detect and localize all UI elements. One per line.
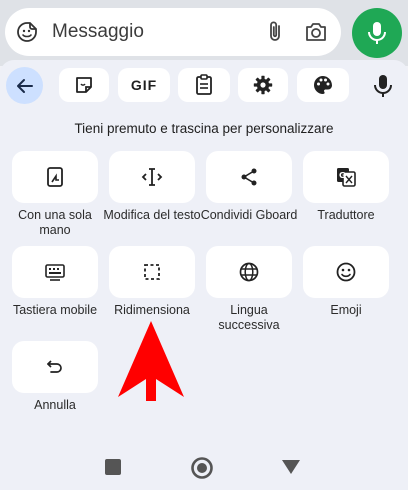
paperclip-icon[interactable]	[263, 20, 287, 44]
tile-label-resize: Ridimensiona	[114, 303, 190, 317]
undo-icon	[47, 360, 62, 373]
theme-button[interactable]	[297, 68, 349, 102]
red-arrow-icon	[118, 321, 184, 401]
message-field[interactable]: Messaggio	[5, 8, 341, 56]
translate-icon: G	[337, 168, 356, 187]
tile-translate[interactable]: G	[303, 151, 389, 203]
share-icon	[241, 168, 257, 186]
settings-gear-icon	[253, 75, 273, 95]
gif-icon: GIF	[130, 77, 158, 93]
text-cursor-icon	[141, 168, 163, 186]
theme-palette-icon	[314, 76, 332, 94]
sticker-icon	[76, 77, 92, 93]
recents-square-icon[interactable]	[104, 458, 122, 476]
tile-next-language[interactable]	[206, 246, 292, 298]
tile-label-emoji: Emoji	[330, 303, 362, 317]
tile-text-editing[interactable]	[109, 151, 195, 203]
camera-icon[interactable]	[303, 20, 329, 44]
clipboard-button[interactable]	[178, 68, 230, 102]
sticker-button[interactable]	[59, 68, 109, 102]
tile-label-one-handed: Con una sola mano	[18, 208, 92, 237]
tile-one-handed[interactable]	[12, 151, 98, 203]
customize-hint: Tieni premuto e trascina per personalizz…	[74, 121, 334, 136]
resize-icon	[144, 264, 160, 280]
tile-label-translate: Traduttore	[317, 208, 375, 222]
clipboard-icon	[196, 74, 212, 95]
voice-input-button[interactable]	[370, 72, 396, 100]
home-circle-icon[interactable]	[190, 456, 214, 480]
back-button[interactable]	[6, 67, 43, 104]
tile-emoji[interactable]	[303, 246, 389, 298]
microphone-icon	[368, 22, 386, 44]
microphone-icon	[374, 75, 392, 97]
tile-label-floating-keyboard: Tastiera mobile	[12, 303, 98, 317]
settings-button[interactable]	[238, 68, 288, 102]
gif-button[interactable]: GIF	[118, 68, 170, 102]
message-placeholder[interactable]: Messaggio	[52, 20, 144, 44]
back-triangle-icon[interactable]	[281, 459, 301, 475]
tile-label-next-language: Lingua successiva	[218, 303, 280, 332]
one-handed-icon	[47, 167, 63, 187]
tile-floating-keyboard[interactable]	[12, 246, 98, 298]
tile-resize[interactable]	[109, 246, 195, 298]
tile-label-undo: Annulla	[34, 398, 76, 412]
back-arrow-icon	[16, 78, 33, 93]
emoji-icon	[336, 262, 356, 282]
tile-share-gboard[interactable]	[206, 151, 292, 203]
tile-undo[interactable]	[12, 341, 98, 393]
tile-label-text-editing: Modifica del testo	[103, 208, 201, 222]
chat-input-bar: Messaggio	[0, 0, 408, 66]
svg-text:G: G	[339, 171, 346, 180]
tile-label-share-gboard: Condividi Gboard	[200, 208, 298, 222]
voice-message-button[interactable]	[352, 8, 402, 58]
globe-icon	[239, 262, 259, 282]
sticker-emoji-icon[interactable]	[15, 20, 39, 44]
floating-keyboard-icon	[45, 264, 65, 281]
